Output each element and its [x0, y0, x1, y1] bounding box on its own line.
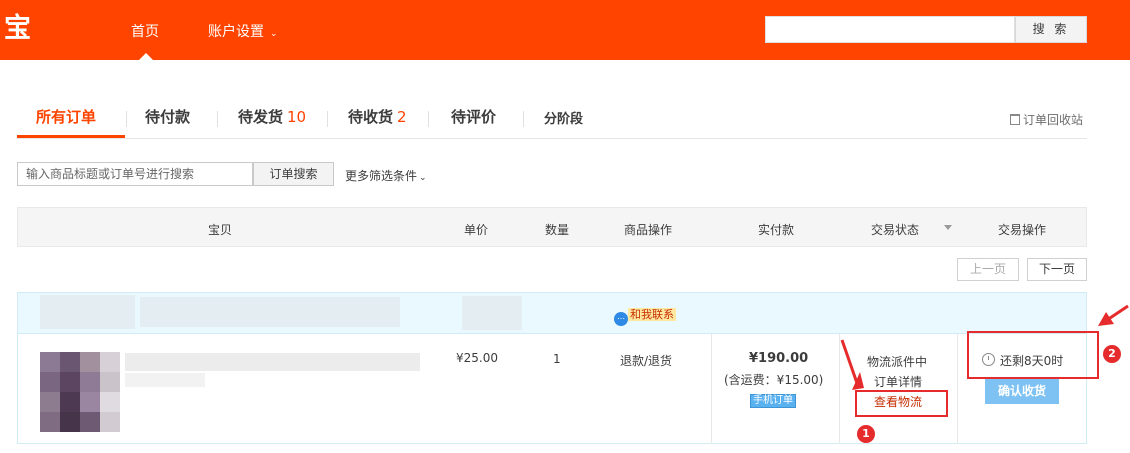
annotation-arrow-1	[840, 339, 860, 387]
annotation-arrowhead-2	[1098, 312, 1114, 326]
annotation-arrows	[840, 304, 1129, 390]
